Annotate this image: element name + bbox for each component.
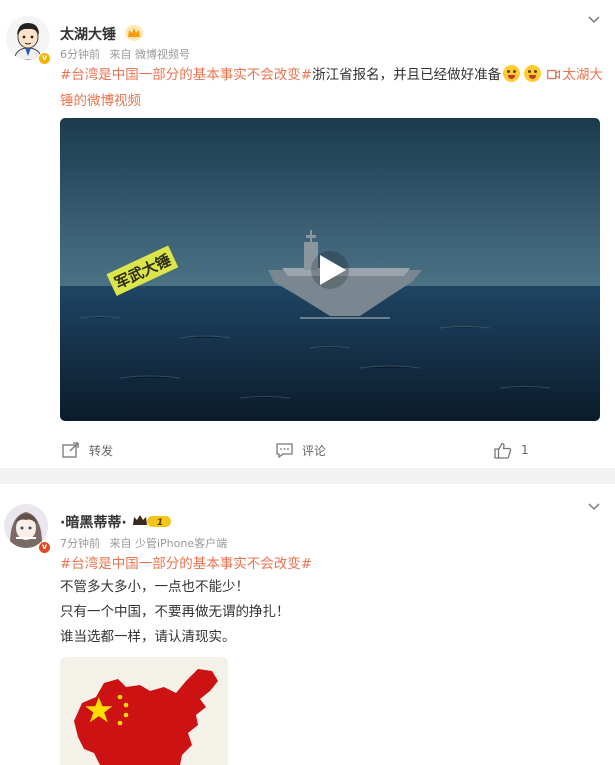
post-image[interactable]	[60, 657, 228, 765]
like-count: 1	[521, 443, 529, 457]
video-player[interactable]: 军武大锤	[60, 118, 600, 421]
verified-badge-icon: v	[38, 52, 51, 65]
post-meta: 7分钟前 来自 少管iPhone客户端	[60, 535, 233, 551]
comment-icon	[276, 443, 293, 458]
hashtag-link[interactable]: #台湾是中国一部分的基本事实不会改变#	[60, 67, 312, 83]
action-bar: 转发 评论 1	[0, 432, 615, 468]
thumbs-up-icon	[494, 442, 512, 459]
user-name[interactable]: ·暗黑蒂蒂·	[60, 512, 127, 532]
member-level-badge-icon[interactable]: 1	[132, 513, 172, 529]
sweat-emoji-icon	[524, 65, 542, 82]
post-card: v 太湖大锤 6分钟前 来自 微博视频号 #台湾是中国一部分的基本事实不会改变#…	[0, 0, 615, 468]
svg-text:1: 1	[157, 518, 163, 528]
post-time[interactable]: 6分钟前	[60, 48, 100, 61]
video-camera-icon	[547, 69, 561, 80]
repost-button[interactable]: 转发	[62, 440, 113, 460]
repost-icon	[62, 442, 79, 458]
post-line: 谁当选都一样，请认清现实。	[60, 629, 236, 645]
post-body: 浙江省报名，并且已经做好准备	[312, 67, 502, 83]
more-options-chevron-icon[interactable]	[587, 12, 601, 26]
comment-button[interactable]: 评论	[276, 440, 326, 460]
china-map-image	[74, 669, 218, 765]
post-meta: 6分钟前 来自 微博视频号	[60, 46, 196, 62]
more-options-chevron-icon[interactable]	[587, 499, 601, 513]
sweat-emoji-icon	[503, 65, 521, 82]
post-body: 不管多大多小，一点也不能少！ 只有一个中国，不要再做无谓的挣扎！ 谁当选都一样，…	[60, 575, 290, 650]
hashtag-link[interactable]: #台湾是中国一部分的基本事实不会改变#	[60, 556, 312, 572]
user-name[interactable]: 太湖大锤	[60, 24, 116, 44]
crown-badge-icon[interactable]	[124, 24, 144, 42]
post-time[interactable]: 7分钟前	[60, 537, 100, 550]
post-text: #台湾是中国一部分的基本事实不会改变#浙江省报名，并且已经做好准备 太湖大锤的微…	[60, 62, 605, 114]
like-button[interactable]: 1	[494, 440, 529, 460]
post-text: #台湾是中国一部分的基本事实不会改变#	[60, 551, 605, 577]
post-line: 不管多大多小，一点也不能少！	[60, 579, 249, 595]
post-source[interactable]: 来自 少管iPhone客户端	[110, 537, 228, 550]
verified-badge-icon: v	[38, 541, 51, 554]
post-line: 只有一个中国，不要再做无谓的挣扎！	[60, 604, 290, 620]
post-source[interactable]: 来自 微博视频号	[110, 48, 191, 61]
